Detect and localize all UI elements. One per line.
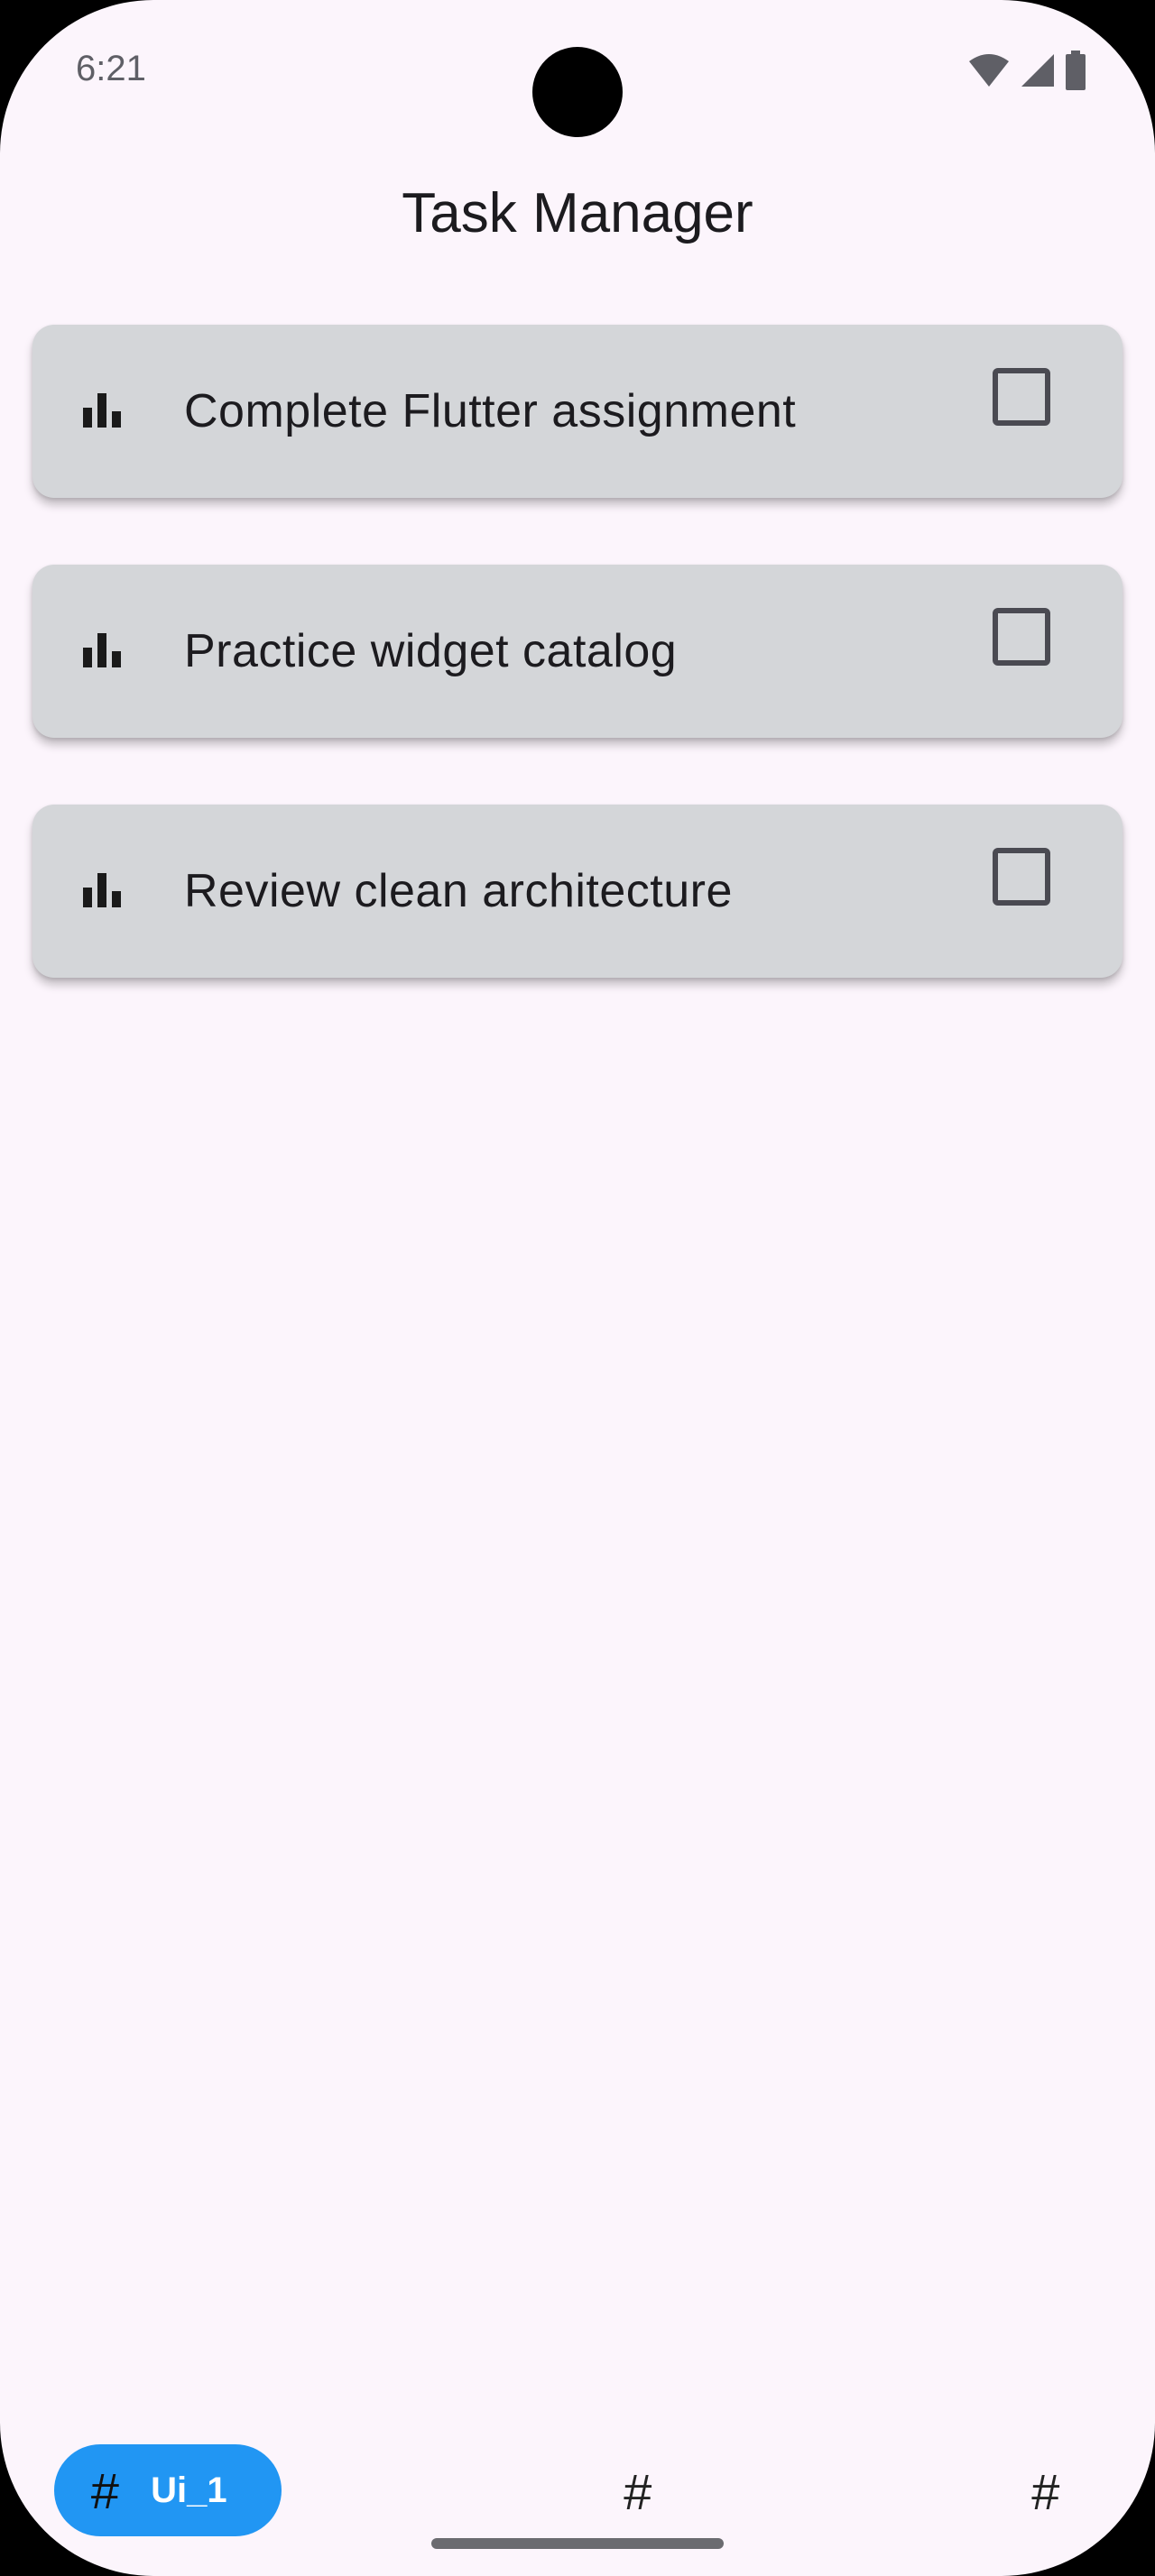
bar-chart-icon [81, 628, 123, 669]
status-time: 6:21 [76, 49, 146, 88]
nav-item-3[interactable]: # [1000, 2446, 1090, 2536]
cellular-signal-icon [1020, 52, 1056, 88]
task-checkbox[interactable] [993, 848, 1050, 906]
status-bar: 6:21 [0, 0, 1155, 137]
bottom-navigation-bar: # Ui_1 # # [0, 2435, 1155, 2544]
task-checkbox[interactable] [993, 608, 1050, 666]
task-checkbox[interactable] [993, 368, 1050, 426]
nav-item-label: Ui_1 [151, 2470, 227, 2510]
hashtag-icon: # [623, 2462, 651, 2520]
battery-icon [1065, 51, 1086, 90]
task-label: Practice widget catalog [184, 625, 678, 677]
status-icons [967, 51, 1086, 90]
task-label: Complete Flutter assignment [184, 385, 797, 437]
nav-item-2[interactable]: # [592, 2446, 682, 2536]
task-card[interactable]: Practice widget catalog [32, 565, 1123, 738]
wifi-icon [967, 52, 1011, 88]
camera-cutout [532, 47, 623, 137]
hashtag-icon: # [90, 2461, 119, 2519]
task-card[interactable]: Complete Flutter assignment [32, 325, 1123, 498]
hashtag-icon: # [1030, 2462, 1059, 2520]
task-card[interactable]: Review clean architecture [32, 805, 1123, 978]
app-screen: 6:21 Task Manager Complete Flutter assig… [0, 0, 1155, 2576]
bar-chart-icon [81, 388, 123, 429]
nav-item-ui-1[interactable]: # Ui_1 [54, 2444, 282, 2536]
task-list: Complete Flutter assignment Practice wid… [32, 325, 1123, 1044]
task-label: Review clean architecture [184, 865, 733, 917]
bar-chart-icon [81, 868, 123, 909]
app-bar: Task Manager [0, 162, 1155, 263]
page-title: Task Manager [402, 181, 753, 244]
home-indicator[interactable] [431, 2538, 724, 2549]
